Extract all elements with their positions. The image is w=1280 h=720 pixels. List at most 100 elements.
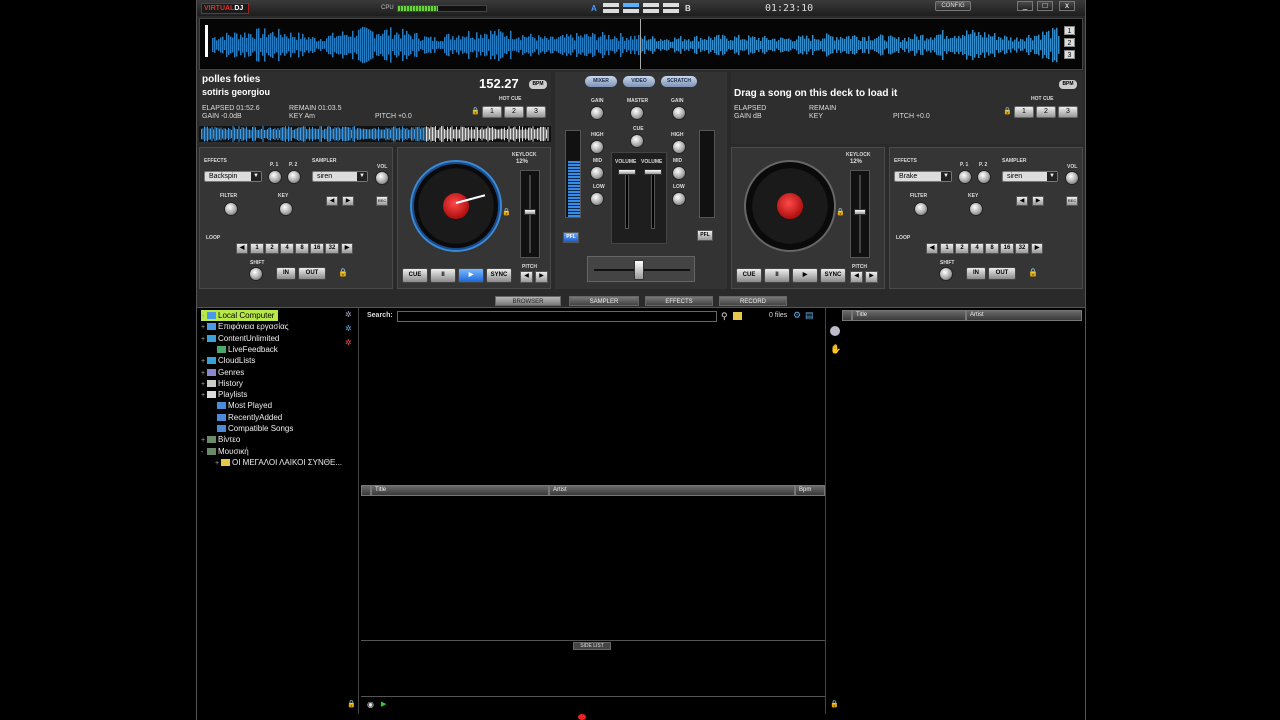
deck-right-loop-16[interactable]: 16 [1000, 243, 1014, 254]
column-status[interactable] [361, 485, 371, 496]
folder-item[interactable]: + ContentUnlimited [201, 333, 279, 344]
deck-right-loop-in[interactable]: IN [966, 267, 986, 280]
deck-right-sampler-prev[interactable]: ◀ [1016, 196, 1028, 206]
folder-item[interactable]: + ΟΙ ΜΕΓΑΛΟΙ ΛΑΙΚΟΙ ΣΥΝΘΕ... [215, 457, 342, 468]
deck-right-shift-knob[interactable] [939, 267, 953, 281]
tree-lock-icon[interactable]: 🔒 [347, 700, 356, 708]
deck-left-pitch-down[interactable]: ◀ [520, 271, 533, 283]
deck-left-loop-8[interactable]: 8 [295, 243, 309, 254]
mixer-left-gain-knob[interactable] [590, 106, 604, 120]
deck-left-loop-4[interactable]: 4 [280, 243, 294, 254]
crossfader-handle[interactable] [634, 260, 644, 280]
tab-record[interactable]: RECORD [719, 296, 787, 306]
deck-right-sampler-vol-knob[interactable] [1065, 171, 1079, 185]
folder-item[interactable]: + Local Computer [201, 310, 279, 321]
column-title[interactable]: Title [371, 485, 549, 496]
search-input[interactable] [397, 311, 717, 322]
mixer-right-mid-knob[interactable] [672, 166, 686, 180]
deck-right-play-button[interactable]: ▶ [792, 268, 818, 283]
deck-left-loop-in[interactable]: IN [276, 267, 296, 280]
sidelist-hand-icon[interactable]: ✋ [830, 344, 841, 355]
deck-right-loop-out[interactable]: OUT [988, 267, 1016, 280]
deck-right-pitch-slider[interactable] [850, 170, 870, 258]
column-bpm[interactable]: Bpm [795, 485, 825, 496]
folder-item[interactable]: + History [201, 378, 243, 389]
deck-left-pitch-up[interactable]: ▶ [535, 271, 548, 283]
mixer-right-gain-knob[interactable] [672, 106, 686, 120]
deck-right-hotcue-2[interactable]: 2 [1036, 106, 1056, 118]
folder-item[interactable]: + Βίντεο [201, 434, 240, 445]
deck-left-mini-waveform[interactable] [199, 126, 551, 142]
deck-left-hotcue-3[interactable]: 3 [526, 106, 546, 118]
tree-add-filter-icon[interactable]: ✲ [345, 310, 356, 320]
deck-left-pitch-handle[interactable] [524, 209, 536, 215]
deck-right-pitch-down[interactable]: ◀ [850, 271, 863, 283]
mixer-left-low-knob[interactable] [590, 192, 604, 206]
tab-sampler[interactable]: SAMPLER [569, 296, 639, 306]
mixer-volume-right-fader[interactable] [644, 169, 662, 175]
mixer-pfl-left[interactable]: PFL [563, 232, 579, 243]
deck-right-loop-1[interactable]: 1 [940, 243, 954, 254]
sidelist-column-artist[interactable]: Artist [966, 310, 1082, 321]
deck-right-p2-knob[interactable] [977, 170, 991, 184]
deck-right-sampler-next[interactable]: ▶ [1032, 196, 1044, 206]
deck-left-hotcue-1[interactable]: 1 [482, 106, 502, 118]
deck-left-p1-knob[interactable] [268, 170, 282, 184]
deck-left-cue-button[interactable]: CUE [402, 268, 428, 283]
deck-right-jogwheel[interactable] [744, 160, 836, 252]
tree-add-folder-icon[interactable]: ✲ [345, 324, 356, 334]
deck-left-loop-next[interactable]: ▶ [341, 243, 353, 254]
mixer-cue-knob[interactable] [630, 134, 644, 148]
folder-item[interactable]: Compatible Songs [211, 423, 293, 434]
folder-item[interactable]: + Playlists [201, 389, 247, 400]
mixer-left-mid-knob[interactable] [590, 166, 604, 180]
waveform-display[interactable]: 1 2 3 [199, 18, 1083, 70]
mixer-master-knob[interactable] [630, 106, 644, 120]
deck-right-pause-button[interactable]: II [764, 268, 790, 283]
mixer-pfl-right[interactable]: PFL [697, 230, 713, 241]
deck-left-rec-button[interactable]: REC [376, 196, 388, 206]
folder-item[interactable]: RecentlyAdded [211, 412, 282, 423]
deck-left-play-button[interactable]: ▶ [458, 268, 484, 283]
deck-left-loop-16[interactable]: 16 [310, 243, 324, 254]
mixer-left-high-knob[interactable] [590, 140, 604, 154]
deck-left-sampler-prev[interactable]: ◀ [326, 196, 338, 206]
mixer-tab-video[interactable]: VIDEO [623, 76, 655, 87]
deck-left-loop-prev[interactable]: ◀ [236, 243, 248, 254]
deck-right-sample-dropdown[interactable]: siren ▼ [1002, 171, 1058, 182]
deck-left-loop-32[interactable]: 32 [325, 243, 339, 254]
deck-left-pitch-slider[interactable] [520, 170, 540, 258]
wave-button-2[interactable]: 2 [1064, 38, 1075, 47]
deck-right-loop-8[interactable]: 8 [985, 243, 999, 254]
deck-right-rec-button[interactable]: REC [1066, 196, 1078, 206]
mixer-volume-left-fader[interactable] [618, 169, 636, 175]
deck-left-sync-button[interactable]: SYNC [486, 268, 512, 283]
folder-item[interactable]: - Μουσική [201, 446, 249, 457]
deck-left-effect-dropdown[interactable]: Backspin ▼ [204, 171, 262, 182]
deck-right-filter-knob[interactable] [914, 202, 928, 216]
folder-item[interactable]: LiveFeedback [211, 344, 278, 355]
deck-left-loop-2[interactable]: 2 [265, 243, 279, 254]
tree-remove-icon[interactable]: ✲ [345, 338, 356, 348]
deck-left-hotcue-2[interactable]: 2 [504, 106, 524, 118]
deck-left-sampler-vol-knob[interactable] [375, 171, 389, 185]
deck-left-sampler-next[interactable]: ▶ [342, 196, 354, 206]
folder-item[interactable]: + Genres [201, 367, 244, 378]
deck-right-loop-next[interactable]: ▶ [1031, 243, 1043, 254]
deck-right-pitch-up[interactable]: ▶ [865, 271, 878, 283]
wave-button-1[interactable]: 1 [1064, 26, 1075, 35]
search-options-icon[interactable]: ⚲ [721, 311, 728, 322]
sidelist-play-icon[interactable]: ▶ [381, 700, 386, 708]
mixer-tab-scratch[interactable]: SCRATCH [661, 76, 697, 87]
side-list-button[interactable]: SIDE LIST [573, 642, 611, 650]
deck-right-loop-prev[interactable]: ◀ [926, 243, 938, 254]
minimize-button[interactable]: _ [1017, 1, 1033, 11]
view-cover-icon[interactable]: ⚙ [793, 310, 801, 321]
mixer-right-low-knob[interactable] [672, 192, 686, 206]
deck-left-p2-knob[interactable] [287, 170, 301, 184]
deck-left-key-knob[interactable] [279, 202, 293, 216]
folder-icon[interactable] [733, 312, 742, 320]
sidelist-lock-icon[interactable]: 🔒 [830, 700, 839, 708]
deck-right-p1-knob[interactable] [958, 170, 972, 184]
mixer-right-high-knob[interactable] [672, 140, 686, 154]
